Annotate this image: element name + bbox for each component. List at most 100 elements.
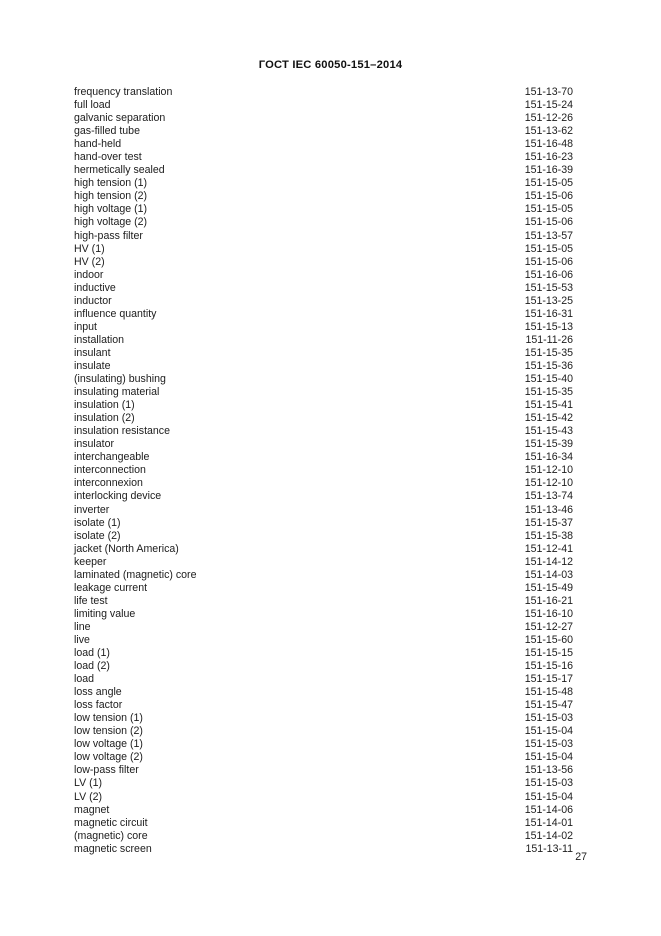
- index-entry-term: laminated (magnetic) core: [74, 568, 197, 581]
- index-entry-term: low tension (2): [74, 725, 143, 738]
- index-entry-row: (magnetic) core 151-14-02: [74, 830, 573, 843]
- index-entry-row: isolate (1) 151-15-37: [74, 517, 573, 530]
- index-entry-reference: 151-15-06: [524, 190, 573, 203]
- index-entry-term: high tension (1): [74, 177, 148, 190]
- index-entry-row: load 151-15-17: [74, 673, 573, 686]
- index-entry-term: magnetic circuit: [74, 816, 148, 829]
- index-entry-reference: 151-15-35: [524, 386, 573, 399]
- index-entry-term: load (2): [74, 660, 110, 673]
- index-entry-term: input: [74, 320, 97, 333]
- index-entry-term: keeper: [74, 555, 107, 568]
- index-entry-reference: 151-13-62: [524, 125, 573, 138]
- index-entry-reference: 151-16-34: [524, 451, 573, 464]
- index-entry-reference: 151-13-25: [524, 294, 573, 307]
- index-entry-reference: 151-15-41: [524, 399, 573, 412]
- index-entry-term: HV (2): [74, 255, 105, 268]
- index-entry-row: hermetically sealed 151-16-39: [74, 164, 573, 177]
- index-entry-row: low tension (2) 151-15-04: [74, 725, 573, 738]
- index-entry-term: loss angle: [74, 686, 122, 699]
- index-entry-reference: 151-15-24: [524, 99, 573, 112]
- index-entry-reference: 151-15-05: [524, 242, 573, 255]
- index-entry-term: insulation (2): [74, 412, 135, 425]
- index-entry-row: life test 151-16-21: [74, 595, 573, 608]
- index-entry-reference: 151-15-40: [524, 373, 573, 386]
- index-entry-term: life test: [74, 594, 108, 607]
- index-entry-term: interconnexion: [74, 477, 143, 490]
- index-entry-row: magnetic circuit 151-14-01: [74, 817, 573, 830]
- index-entry-term: gas-filled tube: [74, 125, 140, 138]
- index-entry-term: installation: [74, 333, 125, 346]
- index-entry-row: insulator 151-15-39: [74, 438, 573, 451]
- index-entry-reference: 151-16-48: [524, 138, 573, 151]
- index-entry-reference: 151-16-23: [524, 151, 573, 164]
- index-entry-term: low voltage (1): [74, 738, 143, 751]
- index-entry-term: influence quantity: [74, 307, 157, 320]
- index-entry-row: low voltage (1) 151-15-03: [74, 738, 573, 751]
- page-number: 27: [575, 851, 587, 863]
- index-entry-row: insulating material 151-15-35: [74, 386, 573, 399]
- index-entry-row: insulant 151-15-35: [74, 347, 573, 360]
- index-entry-reference: 151-15-03: [524, 777, 573, 790]
- index-entry-row: inverter 151-13-46: [74, 504, 573, 517]
- index-entry-reference: 151-15-16: [524, 660, 573, 673]
- index-entry-reference: 151-14-12: [524, 555, 573, 568]
- index-entry-row: full load 151-15-24: [74, 99, 573, 112]
- index-entry-term: inverter: [74, 503, 110, 516]
- index-entry-row: load (2) 151-15-16: [74, 660, 573, 673]
- index-entry-term: interchangeable: [74, 451, 150, 464]
- index-entry-term: galvanic separation: [74, 112, 166, 125]
- index-entry-term: live: [74, 633, 90, 646]
- index-entry-reference: 151-14-01: [524, 816, 573, 829]
- document-header-standard-number: ГОСТ IEC 60050-151–2014: [258, 59, 403, 71]
- index-entry-term: low tension (1): [74, 712, 143, 725]
- index-entry-term: insulating material: [74, 386, 160, 399]
- index-entry-term: insulation (1): [74, 399, 135, 412]
- index-entry-row: loss factor 151-15-47: [74, 699, 573, 712]
- index-entry-row: galvanic separation 151-12-26: [74, 112, 573, 125]
- index-entry-reference: 151-15-36: [524, 359, 573, 372]
- index-entry-term: interconnection: [74, 464, 146, 477]
- index-entry-term: jacket (North America): [74, 542, 179, 555]
- index-entry-row: loss angle 151-15-48: [74, 686, 573, 699]
- index-entry-reference: 151-15-43: [524, 425, 573, 438]
- index-entry-row: hand-held 151-16-48: [74, 138, 573, 151]
- index-entry-term: (insulating) bushing: [74, 373, 166, 386]
- index-entry-term: load (1): [74, 647, 110, 660]
- index-entry-reference: 151-15-06: [524, 216, 573, 229]
- index-entry-reference: 151-12-26: [524, 112, 573, 125]
- document-page: ГОСТ IEC 60050-151–2014 frequency transl…: [0, 0, 661, 936]
- index-entry-reference: 151-15-37: [524, 516, 573, 529]
- index-entry-term: high tension (2): [74, 190, 148, 203]
- index-entry-reference: 151-15-48: [524, 686, 573, 699]
- index-entry-reference: 151-15-04: [524, 725, 573, 738]
- index-entry-row: LV (1) 151-15-03: [74, 777, 573, 790]
- index-entry-reference: 151-15-06: [524, 255, 573, 268]
- index-entry-row: high tension (1) 151-15-05: [74, 177, 573, 190]
- index-entry-term: frequency translation: [74, 86, 173, 98]
- index-entry-row: low voltage (2) 151-15-04: [74, 751, 573, 764]
- index-entry-reference: 151-15-39: [524, 438, 573, 451]
- index-entry-term: isolate (2): [74, 529, 121, 542]
- index-entry-row: keeper 151-14-12: [74, 556, 573, 569]
- index-entry-row: laminated (magnetic) core 151-14-03: [74, 569, 573, 582]
- index-entry-reference: 151-16-06: [524, 268, 573, 281]
- index-entry-reference: 151-14-02: [524, 829, 573, 842]
- index-entry-term: low voltage (2): [74, 751, 143, 764]
- index-entry-row: influence quantity 151-16-31: [74, 308, 573, 321]
- index-entry-reference: 151-15-03: [524, 712, 573, 725]
- index-entry-reference: 151-13-56: [524, 764, 573, 777]
- index-entry-row: jacket (North America) 151-12-41: [74, 543, 573, 556]
- index-entry-reference: 151-12-10: [524, 477, 573, 490]
- index-entry-term: insulant: [74, 346, 111, 359]
- index-entry-row: limiting value 151-16-10: [74, 608, 573, 621]
- index-entry-term: loss factor: [74, 699, 123, 712]
- index-entry-row: HV (1) 151-15-05: [74, 243, 573, 256]
- index-entry-row: LV (2) 151-15-04: [74, 791, 573, 804]
- index-entry-reference: 151-13-57: [524, 229, 573, 242]
- index-entry-reference: 151-15-03: [524, 738, 573, 751]
- index-entry-term: HV (1): [74, 242, 105, 255]
- index-entry-term: leakage current: [74, 581, 148, 594]
- index-entry-term: hermetically sealed: [74, 164, 165, 177]
- index-entry-reference: 151-15-47: [524, 699, 573, 712]
- index-entry-reference: 151-11-26: [525, 333, 573, 346]
